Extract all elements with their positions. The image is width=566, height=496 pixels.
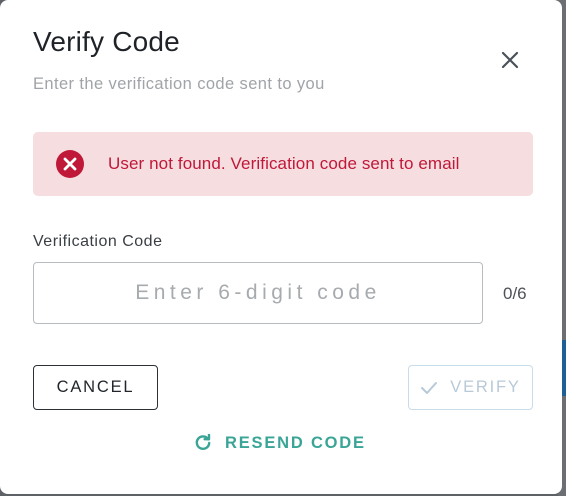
cancel-button[interactable]: CANCEL: [33, 365, 158, 410]
dialog-subtitle: Enter the verification code sent to you: [33, 75, 325, 93]
verify-code-dialog: Verify Code Enter the verification code …: [0, 0, 562, 494]
verification-code-input[interactable]: [33, 262, 483, 324]
resend-code-button[interactable]: RESEND CODE: [194, 431, 366, 455]
resend-code-label: RESEND CODE: [225, 433, 366, 452]
verify-button[interactable]: VERIFY: [408, 365, 533, 410]
error-circle-icon: [56, 150, 84, 178]
dialog-title: Verify Code: [33, 26, 180, 57]
verification-code-label: Verification Code: [33, 233, 163, 250]
character-counter: 0/6: [503, 284, 527, 303]
error-alert: User not found. Verification code sent t…: [33, 132, 533, 196]
verify-button-label: VERIFY: [450, 378, 521, 396]
check-icon: [421, 381, 438, 394]
close-icon: [501, 51, 519, 69]
alert-message: User not found. Verification code sent t…: [108, 154, 460, 173]
close-button[interactable]: [495, 45, 525, 75]
refresh-icon: [195, 434, 211, 450]
